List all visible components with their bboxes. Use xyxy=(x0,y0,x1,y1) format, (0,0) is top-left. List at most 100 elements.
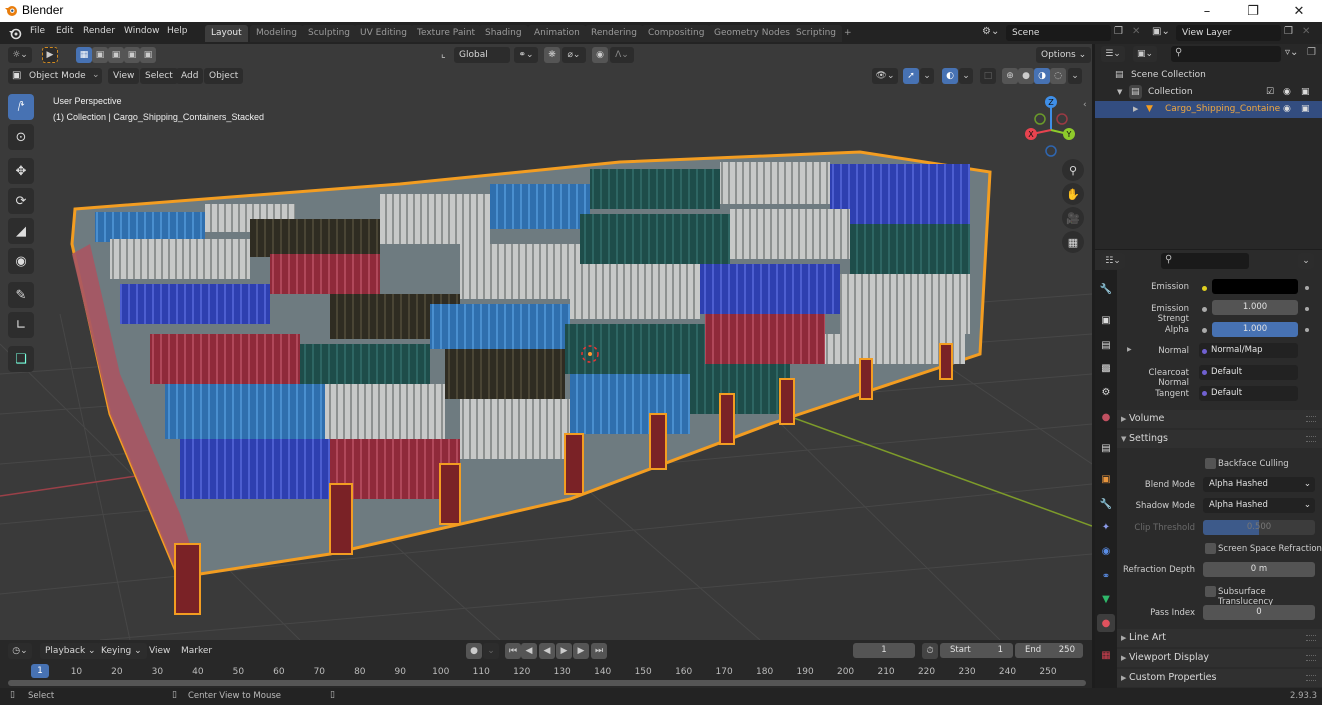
material-tab-icon[interactable]: ● xyxy=(1097,614,1115,632)
properties-editor-type-icon[interactable]: ☷⌄ xyxy=(1101,253,1125,269)
jump-to-next-keyframe-icon[interactable]: ▶ xyxy=(573,643,589,659)
view-layer-selector-icon[interactable]: ▣⌄ xyxy=(1152,26,1170,37)
texture-tab-icon[interactable]: ▦ xyxy=(1097,646,1115,664)
tool-add-cube[interactable]: ❑ xyxy=(8,346,34,372)
tool-scale[interactable]: ◢ xyxy=(8,218,34,244)
shading-material-icon[interactable]: ◑ xyxy=(1034,68,1050,84)
maximize-button[interactable]: ❐ xyxy=(1230,0,1276,22)
end-frame-field[interactable]: End 250 xyxy=(1015,643,1083,658)
zoom-view-button[interactable]: ⚲ xyxy=(1062,159,1084,181)
scene-selector-icon[interactable]: ⚙⌄ xyxy=(982,26,999,37)
emission-color-swatch[interactable] xyxy=(1212,279,1298,294)
view-layer-field[interactable]: View Layer xyxy=(1176,25,1281,41)
backface-culling-checkbox[interactable] xyxy=(1205,458,1216,469)
render-tab-icon[interactable]: ▣ xyxy=(1097,311,1115,329)
camera-view-button[interactable]: 🎥 xyxy=(1062,207,1084,229)
gizmo-toggle-icon[interactable]: ➚ xyxy=(903,68,919,84)
panel-volume[interactable]: ▶ Volume xyxy=(1117,410,1322,428)
outliner-display-mode-icon[interactable]: ☰⌄ xyxy=(1101,46,1125,62)
constraints-tab-icon[interactable]: ⚭ xyxy=(1097,567,1115,585)
drag-handle-icon[interactable] xyxy=(1306,655,1316,661)
outliner-item-scene-collection[interactable]: ▤ Scene Collection xyxy=(1095,67,1322,84)
outliner-item-cargo-containers[interactable]: ▶ ▼ Cargo_Shipping_Containe ◉ ▣ xyxy=(1095,101,1322,118)
tab-modeling[interactable]: Modeling xyxy=(250,25,303,42)
gizmo-dropdown-icon[interactable]: ⌄ xyxy=(920,68,934,84)
socket-icon[interactable] xyxy=(1202,349,1207,354)
overlay-dropdown-icon[interactable]: ⌄ xyxy=(959,68,973,84)
menu-playback[interactable]: Playback ⌄ xyxy=(40,643,101,659)
overlay-toggle-icon[interactable]: ◐ xyxy=(942,68,958,84)
outliner-item-collection[interactable]: ▼ ▤ Collection ☑ ◉ ▣ xyxy=(1095,84,1322,101)
tab-scripting[interactable]: Scripting xyxy=(790,25,843,42)
snap-toggle-icon[interactable]: ❋ xyxy=(544,47,560,63)
editor-type-icon[interactable]: ☼⌄ xyxy=(8,47,32,63)
drag-handle-icon[interactable] xyxy=(1306,675,1316,681)
tool-cursor[interactable]: ⊙ xyxy=(8,124,34,150)
tab-sculpting[interactable]: Sculpting xyxy=(302,25,357,42)
socket-icon[interactable] xyxy=(1202,328,1207,333)
scene-name-field[interactable]: Scene xyxy=(1006,25,1111,41)
menu-render[interactable]: Render xyxy=(83,26,115,36)
tool-measure[interactable]: ∟ xyxy=(8,312,34,338)
select-mode-new-icon[interactable]: ▦ xyxy=(76,47,92,63)
keyframe-dot-icon[interactable] xyxy=(1305,307,1309,311)
socket-icon[interactable] xyxy=(1202,307,1207,312)
render-camera-icon[interactable]: ▣ xyxy=(1301,84,1310,101)
outliner-search-input[interactable] xyxy=(1171,46,1281,62)
tool-move[interactable]: ✥ xyxy=(8,158,34,184)
normal-link-field[interactable]: Normal/Map xyxy=(1199,343,1298,358)
properties-options-dropdown[interactable]: ⌄ xyxy=(1298,253,1314,269)
scene-tab-icon[interactable]: ⚙ xyxy=(1097,383,1115,401)
ortho-toggle-button[interactable]: ▦ xyxy=(1062,231,1084,253)
tool-annotate[interactable]: ✎ xyxy=(8,282,34,308)
playhead-indicator[interactable]: 1 xyxy=(31,664,49,678)
refraction-depth-field[interactable]: 0 m xyxy=(1203,562,1315,577)
delete-view-layer-icon[interactable]: ✕ xyxy=(1302,26,1310,37)
minimize-button[interactable]: – xyxy=(1184,0,1230,22)
viewport-scene[interactable] xyxy=(0,44,1092,640)
panel-viewport-display[interactable]: ▶ Viewport Display xyxy=(1117,649,1322,667)
data-tab-icon[interactable]: ▼ xyxy=(1097,590,1115,608)
blend-mode-dropdown[interactable]: Alpha Hashed ⌄ xyxy=(1203,477,1315,492)
expand-arrow-icon[interactable]: ▼ xyxy=(1117,84,1122,101)
jump-to-end-icon[interactable]: ⏭ xyxy=(591,643,607,659)
tool-tab-icon[interactable]: 🔧 xyxy=(1097,280,1115,298)
menu-view[interactable]: View xyxy=(108,68,140,84)
clearcoat-normal-link-field[interactable]: Default xyxy=(1199,365,1298,380)
menu-view[interactable]: View xyxy=(149,646,170,656)
menu-marker[interactable]: Marker xyxy=(181,646,212,656)
panel-settings[interactable]: ▼ Settings xyxy=(1117,430,1322,448)
tab-geometry-nodes[interactable]: Geometry Nodes xyxy=(708,25,796,42)
select-mode-intersect-icon[interactable]: ▣ xyxy=(140,47,156,63)
menu-edit[interactable]: Edit xyxy=(56,26,73,36)
drag-handle-icon[interactable] xyxy=(1306,436,1316,442)
mode-dropdown[interactable]: Object Mode xyxy=(8,68,102,84)
tab-animation[interactable]: Animation xyxy=(528,25,586,42)
tangent-link-field[interactable]: Default xyxy=(1199,386,1298,401)
tab-texture-paint[interactable]: Texture Paint xyxy=(411,25,482,42)
menu-keying[interactable]: Keying ⌄ xyxy=(96,643,147,659)
view-layer-tab-icon[interactable]: ▩ xyxy=(1097,359,1115,377)
new-view-layer-icon[interactable]: ❐ xyxy=(1284,26,1293,37)
cargo-containers-object[interactable] xyxy=(70,150,992,615)
socket-icon[interactable] xyxy=(1202,286,1207,291)
clip-threshold-slider[interactable]: 0.500 xyxy=(1203,520,1315,535)
navigation-gizmo[interactable]: Z X Y xyxy=(1018,92,1088,162)
expand-arrow-icon[interactable]: ▶ xyxy=(1133,101,1138,118)
drag-handle-icon[interactable] xyxy=(1306,416,1316,422)
menu-file[interactable]: File xyxy=(30,26,45,36)
output-tab-icon[interactable]: ▤ xyxy=(1097,336,1115,354)
outliner-filter-view-icon[interactable]: ▣⌄ xyxy=(1133,46,1157,62)
tab-shading[interactable]: Shading xyxy=(479,25,528,42)
alpha-slider[interactable]: 1.000 xyxy=(1212,322,1298,337)
tool-rotate[interactable]: ⟳ xyxy=(8,188,34,214)
start-frame-field[interactable]: Start 1 xyxy=(940,643,1013,658)
jump-to-start-icon[interactable]: ⏮ xyxy=(505,643,521,659)
keyframe-dot-icon[interactable] xyxy=(1305,328,1309,332)
tab-rendering[interactable]: Rendering xyxy=(585,25,643,42)
menu-help[interactable]: Help xyxy=(167,26,188,36)
delete-scene-icon[interactable]: ✕ xyxy=(1132,26,1140,37)
blender-menu-icon[interactable] xyxy=(8,26,22,40)
particles-tab-icon[interactable]: ✦ xyxy=(1097,518,1115,536)
new-scene-icon[interactable]: ❐ xyxy=(1114,26,1123,37)
